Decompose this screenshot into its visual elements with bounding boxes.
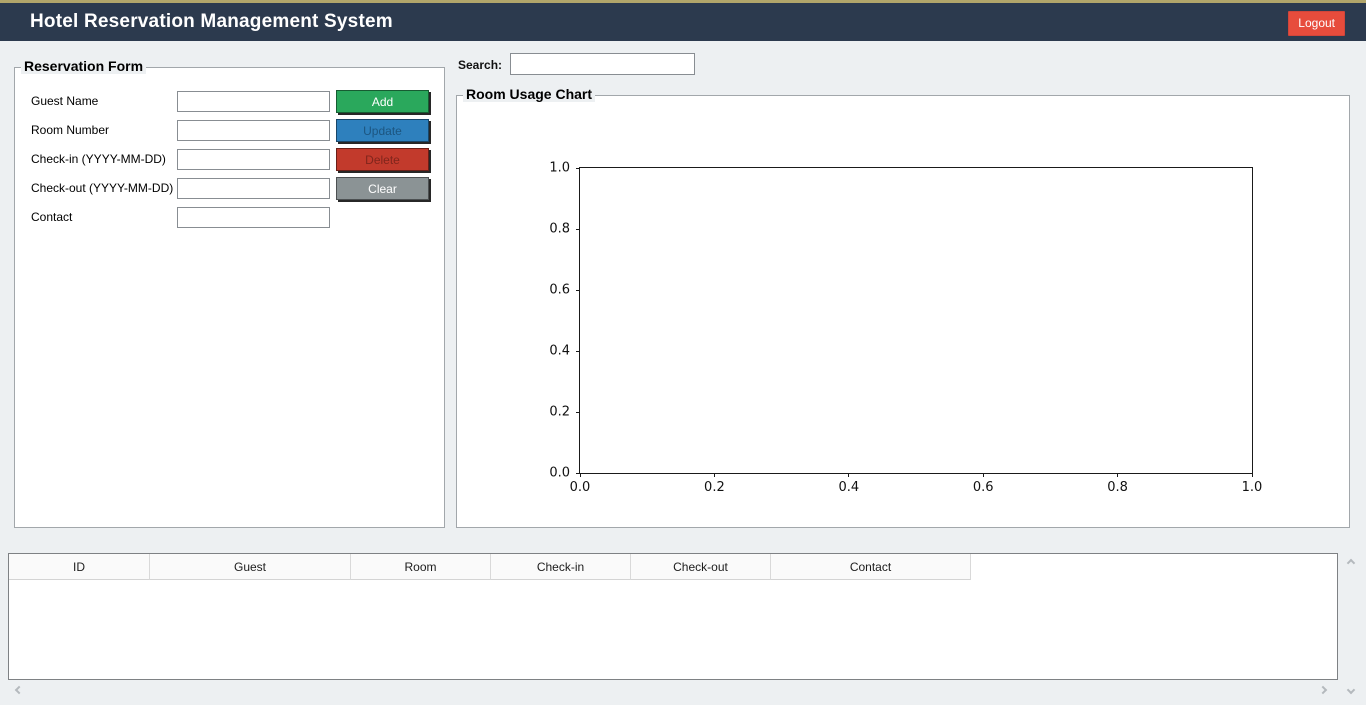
column-header-contact[interactable]: Contact [771, 554, 971, 580]
x-tick-label: 0.0 [570, 480, 591, 495]
scroll-up-icon[interactable] [1346, 558, 1356, 568]
y-tick-label: 0.8 [549, 222, 570, 237]
reservation-form-panel: Reservation Form Guest Name Room Number … [14, 67, 445, 528]
search-input[interactable] [510, 53, 695, 75]
chart-plot-area: 0.00.20.40.60.81.00.00.20.40.60.81.0 [579, 167, 1253, 474]
contact-label: Contact [31, 210, 72, 224]
contact-field[interactable] [177, 207, 330, 228]
y-tick-mark [576, 229, 580, 230]
check-in-field[interactable] [177, 149, 330, 170]
x-tick-mark [714, 473, 715, 477]
x-tick-mark [983, 473, 984, 477]
x-tick-mark [1252, 473, 1253, 477]
x-tick-mark [848, 473, 849, 477]
column-header-room[interactable]: Room [351, 554, 491, 580]
room-number-field[interactable] [177, 120, 330, 141]
reservation-form-title: Reservation Form [21, 58, 146, 74]
room-number-label: Room Number [31, 123, 109, 137]
y-tick-mark [576, 412, 580, 413]
reservations-table: ID Guest Room Check-in Check-out Contact [8, 553, 1338, 680]
x-tick-label: 0.2 [704, 480, 725, 495]
check-in-label: Check-in (YYYY-MM-DD) [31, 152, 166, 166]
scroll-down-icon[interactable] [1346, 685, 1356, 695]
scroll-right-icon[interactable] [1318, 685, 1328, 695]
update-button[interactable]: Update [336, 119, 429, 142]
x-tick-label: 0.6 [973, 480, 994, 495]
x-tick-label: 1.0 [1242, 480, 1263, 495]
x-tick-label: 0.8 [1107, 480, 1128, 495]
search-label: Search: [458, 58, 502, 72]
room-usage-chart-panel: Room Usage Chart 0.00.20.40.60.81.00.00.… [456, 95, 1350, 528]
column-header-guest[interactable]: Guest [150, 554, 351, 580]
y-tick-label: 0.2 [549, 405, 570, 420]
y-tick-label: 0.6 [549, 283, 570, 298]
y-tick-mark [576, 351, 580, 352]
check-out-label: Check-out (YYYY-MM-DD) [31, 181, 173, 195]
app-header: Hotel Reservation Management System Logo… [0, 3, 1366, 41]
y-tick-mark [576, 290, 580, 291]
guest-name-label: Guest Name [31, 94, 98, 108]
x-tick-label: 0.4 [838, 480, 859, 495]
x-tick-mark [1117, 473, 1118, 477]
column-header-check-out[interactable]: Check-out [631, 554, 771, 580]
scroll-left-icon[interactable] [14, 685, 24, 695]
column-header-id[interactable]: ID [9, 554, 150, 580]
vertical-scrollbar[interactable] [1342, 553, 1359, 700]
y-tick-label: 0.4 [549, 344, 570, 359]
delete-button[interactable]: Delete [336, 148, 429, 171]
check-out-field[interactable] [177, 178, 330, 199]
room-usage-chart-title: Room Usage Chart [463, 86, 595, 102]
column-header-check-in[interactable]: Check-in [491, 554, 631, 580]
logout-button[interactable]: Logout [1288, 11, 1345, 36]
horizontal-scrollbar[interactable] [8, 681, 1334, 699]
x-tick-mark [580, 473, 581, 477]
add-button[interactable]: Add [336, 90, 429, 113]
table-header-row: ID Guest Room Check-in Check-out Contact [9, 554, 1337, 580]
guest-name-field[interactable] [177, 91, 330, 112]
clear-button[interactable]: Clear [336, 177, 429, 200]
y-tick-label: 0.0 [549, 466, 570, 481]
y-tick-label: 1.0 [549, 161, 570, 176]
app-title: Hotel Reservation Management System [30, 11, 393, 33]
y-tick-mark [576, 168, 580, 169]
